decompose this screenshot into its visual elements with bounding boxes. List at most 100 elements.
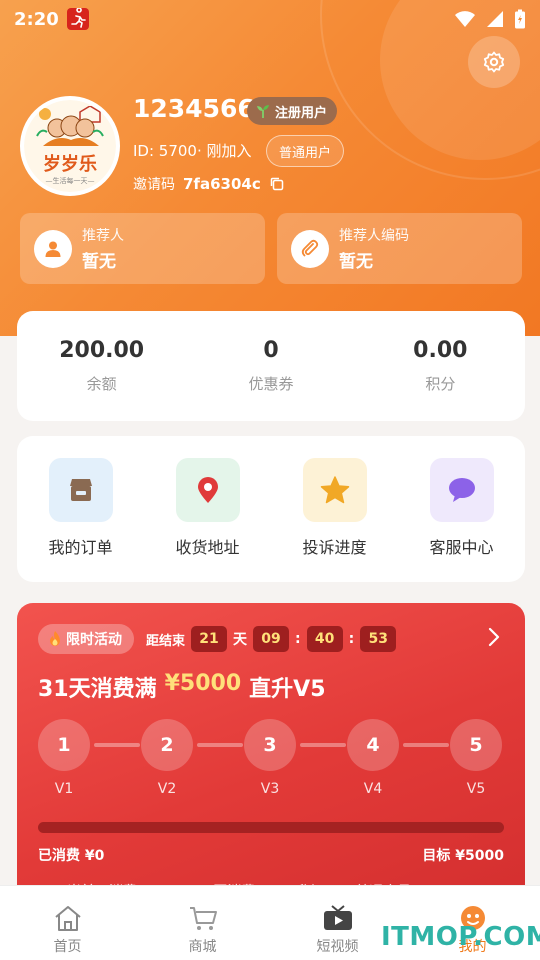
coupon-stat[interactable]: 0 优惠券 (186, 311, 355, 421)
status-time: 2:20 (14, 8, 59, 30)
referrer-card[interactable]: 推荐人 暂无 (20, 213, 265, 284)
gear-icon (483, 51, 505, 73)
level-track: 1 V1 2 V2 3 V3 4 V4 5 V5 (38, 719, 504, 799)
chat-bubble-icon (429, 458, 494, 522)
level-step-5: 5 V5 (450, 719, 502, 797)
promo-headline: 31天消费满 ¥5000 直升V5 (38, 671, 326, 703)
countdown-separator: : (348, 631, 355, 647)
level-label: V2 (157, 781, 177, 797)
referrer-label: 推荐人 (82, 228, 124, 244)
quick-menu-card: 我的订单 收货地址 投诉进度 客服中心 (17, 436, 525, 582)
countdown-minutes: 40 (306, 626, 343, 652)
balance-value: 200.00 (59, 338, 145, 363)
menu-label-orders: 我的订单 (48, 538, 113, 557)
target-amount: 目标 ¥5000 (422, 848, 504, 864)
level-connector (94, 743, 140, 747)
battery-icon (515, 9, 525, 29)
family-illustration-icon (36, 106, 104, 146)
level-step-4: 4 V4 (347, 719, 399, 797)
menu-item-service[interactable]: 客服中心 (398, 458, 525, 582)
level-number: 2 (141, 719, 193, 771)
level-connector (197, 743, 243, 747)
tv-icon (323, 905, 352, 930)
headline-amount: ¥5000 (164, 671, 242, 696)
copy-icon[interactable] (269, 176, 285, 192)
registered-badge: 注册用户 (247, 97, 338, 125)
running-app-icon (66, 7, 89, 30)
countdown-hours: 09 (253, 626, 290, 652)
referrer-code-label: 推荐人编码 (339, 228, 409, 244)
level-number: 4 (347, 719, 399, 771)
level-step-3: 3 V3 (244, 719, 296, 797)
menu-label-address: 收货地址 (175, 538, 240, 557)
invite-code-row: 邀请码 7fa6304c (133, 174, 285, 194)
home-icon (54, 906, 81, 931)
points-label: 积分 (425, 375, 456, 393)
coupon-label: 优惠券 (248, 375, 294, 393)
member-level-badge: 普通用户 (266, 135, 345, 167)
referrer-code-card[interactable]: 推荐人编码 暂无 (277, 213, 522, 284)
invite-code-value: 7fa6304c (183, 175, 261, 193)
wallet-stats-card: 200.00 余额 0 优惠券 0.00 积分 (17, 311, 525, 421)
level-number: 3 (244, 719, 296, 771)
countdown-seconds: 53 (360, 626, 397, 652)
tab-home-label: 首页 (53, 939, 82, 955)
fire-icon (50, 631, 60, 646)
level-label: V3 (260, 781, 280, 797)
coupon-value: 0 (263, 338, 279, 363)
level-number: 5 (450, 719, 502, 771)
location-pin-icon (175, 458, 240, 522)
registered-badge-label: 注册用户 (275, 105, 328, 121)
level-connector (300, 743, 346, 747)
menu-item-orders[interactable]: 我的订单 (17, 458, 144, 582)
username: 1234566 (133, 94, 255, 123)
points-stat[interactable]: 0.00 积分 (356, 311, 525, 421)
countdown-days-unit: 天 (233, 632, 248, 648)
balance-label: 余额 (86, 375, 117, 393)
level-connector (403, 743, 449, 747)
paperclip-icon (291, 229, 329, 268)
countdown-separator: : (295, 631, 301, 647)
watermark: ITMOP.COM (381, 922, 540, 952)
menu-item-complaints[interactable]: 投诉进度 (271, 458, 398, 582)
signal-icon (487, 11, 503, 27)
level-label: V5 (466, 781, 486, 797)
countdown-label: 距结束 (146, 633, 186, 649)
wifi-icon (455, 11, 475, 27)
points-value: 0.00 (413, 338, 468, 363)
chevron-right-icon[interactable] (487, 627, 501, 647)
invite-code-label: 邀请码 (133, 177, 175, 193)
balance-stat[interactable]: 200.00 余额 (17, 311, 186, 421)
sprout-icon (257, 105, 269, 118)
headline-suffix: 直升V5 (249, 677, 326, 702)
cart-icon (189, 907, 217, 930)
level-step-2: 2 V2 (141, 719, 193, 797)
status-bar: 2:20 (0, 0, 540, 38)
headline-prefix: 31天消费满 (38, 677, 157, 702)
promo-card[interactable]: 限时活动 距结束 21 天 09 : 40 : 53 31天消费满 ¥5000 … (17, 603, 525, 903)
store-icon (48, 458, 113, 522)
avatar-slogan: —生活每一天— (45, 177, 95, 185)
tab-home[interactable]: 首页 (0, 886, 135, 960)
tab-mall[interactable]: 商城 (135, 886, 270, 960)
promo-header: 限时活动 距结束 21 天 09 : 40 : 53 (38, 624, 397, 654)
referrer-code-value: 暂无 (339, 252, 373, 272)
star-icon (302, 458, 367, 522)
menu-label-complaints: 投诉进度 (302, 538, 367, 557)
spend-progress-bar (38, 822, 504, 833)
level-label: V1 (54, 781, 74, 797)
user-id: ID: 5700· 刚加入 (133, 142, 252, 160)
flash-sale-label: 限时活动 (66, 632, 122, 648)
countdown-days: 21 (191, 626, 228, 652)
tab-short-video-label: 短视频 (316, 939, 359, 955)
menu-item-address[interactable]: 收货地址 (144, 458, 271, 582)
avatar[interactable]: 岁岁乐 —生活每一天— (20, 96, 120, 196)
settings-button[interactable] (468, 36, 520, 88)
referrer-value: 暂无 (82, 252, 116, 272)
level-step-1: 1 V1 (38, 719, 90, 797)
level-label: V4 (363, 781, 383, 797)
spent-amount: 已消费 ¥0 (38, 848, 105, 864)
menu-label-service: 客服中心 (429, 538, 494, 557)
person-icon (34, 229, 72, 268)
avatar-brand-text: 岁岁乐 (43, 154, 97, 175)
